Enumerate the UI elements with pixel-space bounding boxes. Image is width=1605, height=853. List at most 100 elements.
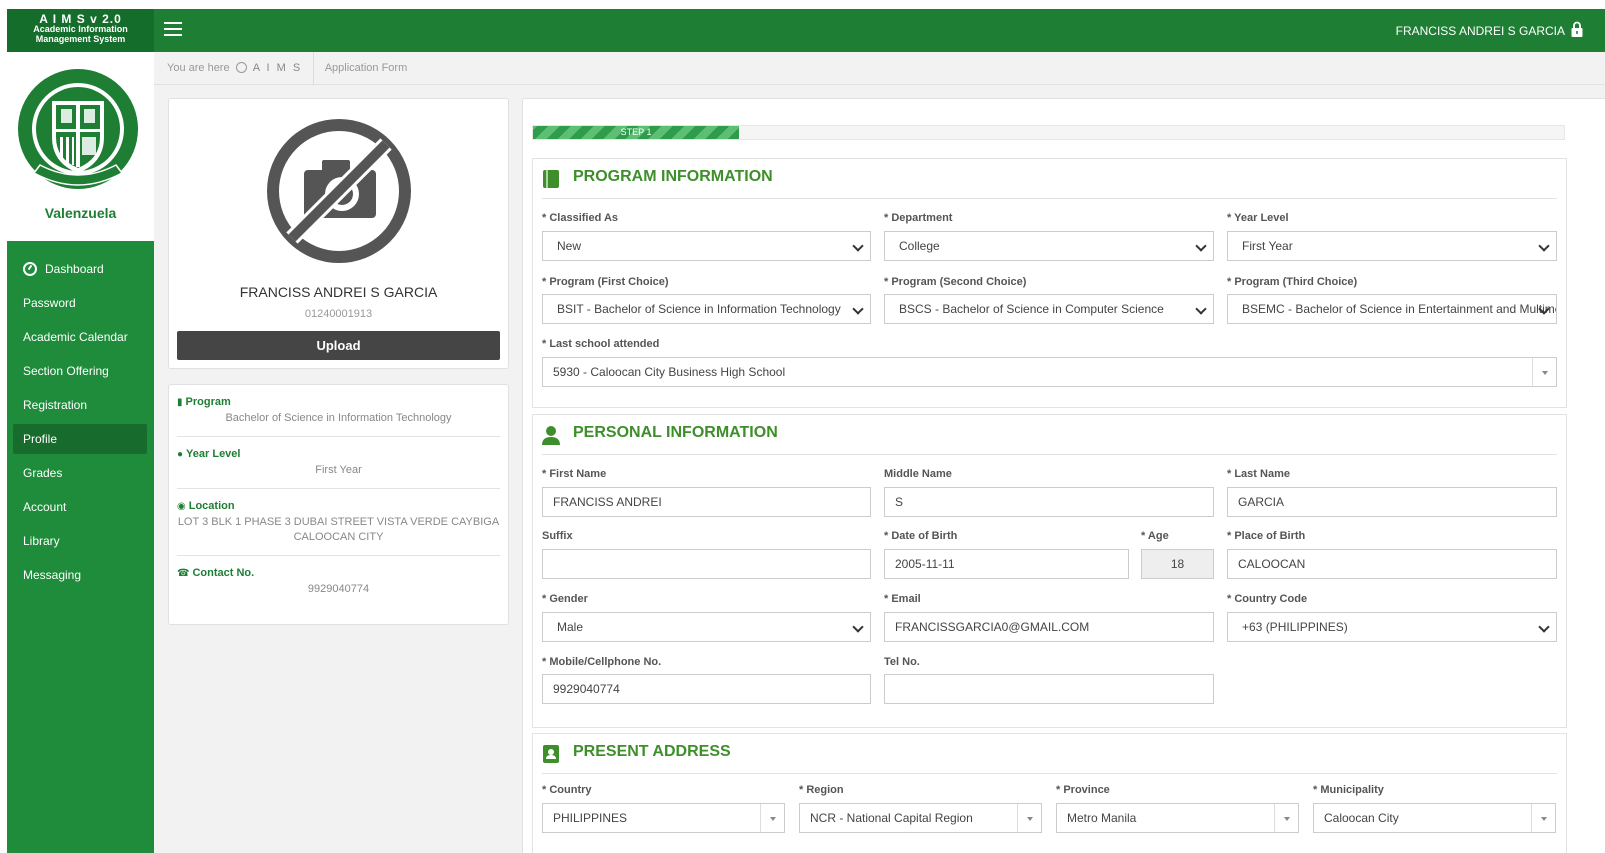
program-first-choice-select[interactable]: BSIT - Bachelor of Science in Informatio… <box>542 294 871 324</box>
personal-information-section: PERSONAL INFORMATION * First Name FRANCI… <box>532 414 1567 728</box>
last-name-field[interactable]: GARCIA <box>1227 487 1557 517</box>
sidebar-item-label: Academic Calendar <box>23 330 128 344</box>
contact-block: ☎ Contact No. 9929040774 <box>177 556 500 607</box>
breadcrumb-prefix: You are here <box>167 62 230 74</box>
last-school-label: * Last school attended <box>542 338 660 350</box>
program-block: ▮ Program Bachelor of Science in Informat… <box>177 385 500 437</box>
middle-name-field[interactable]: S <box>884 487 1214 517</box>
app-frame: A I M S v 2.0 Academic Information Manag… <box>7 9 1605 853</box>
program-second-choice-label: * Program (Second Choice) <box>884 276 1027 288</box>
tel-field[interactable] <box>884 674 1214 704</box>
sidebar-item-label: Password <box>23 296 76 310</box>
region-label: * Region <box>799 784 844 796</box>
sidebar-item-password[interactable]: Password <box>7 286 154 320</box>
user-name[interactable]: FRANCISS ANDREI S GARCIA <box>1396 24 1565 38</box>
logo-area: Valenzuela <box>7 52 154 241</box>
student-info-card: ▮ Program Bachelor of Science in Informat… <box>168 384 509 625</box>
application-form: STEP 1 PROGRAM INFORMATION * Classified … <box>522 98 1605 853</box>
last-school-value: 5930 - Caloocan City Business High Schoo… <box>553 365 786 379</box>
chevron-down-icon <box>1017 804 1041 832</box>
brand-block[interactable]: A I M S v 2.0 Academic Information Manag… <box>7 9 154 52</box>
brand-title: A I M S v 2.0 <box>39 12 122 26</box>
province-label: * Province <box>1056 784 1110 796</box>
country-code-label: * Country Code <box>1227 593 1308 605</box>
present-address-section: PRESENT ADDRESS * Country PHILIPPINES * … <box>532 733 1567 853</box>
program-second-choice-select[interactable]: BSCS - Bachelor of Science in Computer S… <box>884 294 1214 324</box>
country-value: PHILIPPINES <box>553 811 628 825</box>
province-select[interactable]: Metro Manila <box>1056 803 1299 833</box>
lock-icon[interactable] <box>1571 21 1583 37</box>
book-icon <box>543 170 559 188</box>
chevron-down-icon <box>1531 804 1555 832</box>
department-select[interactable]: College <box>884 231 1214 261</box>
year-level-label: * Year Level <box>1227 212 1289 224</box>
mobile-field[interactable]: 9929040774 <box>542 674 871 704</box>
first-name-label: * First Name <box>542 468 607 480</box>
sidebar-nav: Dashboard Password Academic Calendar Sec… <box>7 252 154 592</box>
phone-icon: ☎ <box>177 568 190 579</box>
program-information-section: PROGRAM INFORMATION * Classified As New … <box>532 158 1567 408</box>
section-title: PRESENT ADDRESS <box>573 743 731 760</box>
sidebar-item-academic-calendar[interactable]: Academic Calendar <box>7 320 154 354</box>
year-level-select[interactable]: First Year <box>1227 231 1557 261</box>
chevron-down-icon <box>1532 358 1556 386</box>
sidebar-item-section-offering[interactable]: Section Offering <box>7 354 154 388</box>
first-name-field[interactable]: FRANCISS ANDREI <box>542 487 871 517</box>
municipality-value: Caloocan City <box>1324 811 1399 825</box>
section-header: PERSONAL INFORMATION <box>542 423 1557 455</box>
sidebar-item-profile[interactable]: Profile <box>13 424 147 454</box>
email-field[interactable]: FRANCISSGARCIA0@GMAIL.COM <box>884 612 1214 642</box>
sidebar-item-label: Profile <box>23 432 58 446</box>
sidebar-item-dashboard[interactable]: Dashboard <box>7 252 154 286</box>
date-of-birth-field[interactable]: 2005-11-11 <box>884 549 1129 579</box>
program-first-choice-label: * Program (First Choice) <box>542 276 669 288</box>
sidebar-item-label: Messaging <box>23 568 82 582</box>
profile-id: 01240001913 <box>304 308 373 320</box>
top-bar: A I M S v 2.0 Academic Information Manag… <box>7 9 1605 52</box>
program-value: Bachelor of Science in Information Techn… <box>225 412 452 424</box>
program-third-choice-select[interactable]: BSEMC - Bachelor of Science in Entertain… <box>1227 294 1557 324</box>
section-header: PRESENT ADDRESS <box>542 742 1557 774</box>
last-school-select[interactable]: 5930 - Caloocan City Business High Schoo… <box>542 357 1557 387</box>
hamburger-menu-icon[interactable] <box>164 22 182 36</box>
profile-card: FRANCISS ANDREI S GARCIA 01240001913 Upl… <box>168 98 509 369</box>
region-value: NCR - National Capital Region <box>810 811 973 825</box>
user-icon <box>542 426 560 445</box>
chevron-down-icon <box>760 804 784 832</box>
suffix-label: Suffix <box>542 530 573 542</box>
brand-subtitle-line2: Management System <box>35 34 126 44</box>
breadcrumb-root[interactable]: A I M S <box>253 62 302 74</box>
sidebar-item-registration[interactable]: Registration <box>7 388 154 422</box>
sidebar-item-label: Section Offering <box>23 364 109 378</box>
province-value: Metro Manila <box>1067 811 1137 825</box>
user-icon: ● <box>177 449 184 460</box>
profile-name: FRANCISS ANDREI S GARCIA <box>239 284 438 300</box>
gender-select[interactable]: Male <box>542 612 871 642</box>
year-level-label: Year Level <box>186 448 241 460</box>
program-label: Program <box>185 396 231 408</box>
country-label: * Country <box>542 784 592 796</box>
sidebar-item-account[interactable]: Account <box>7 490 154 524</box>
sidebar-item-library[interactable]: Library <box>7 524 154 558</box>
suffix-field[interactable] <box>542 549 871 579</box>
location-value: LOT 3 BLK 1 PHASE 3 DUBAI STREET VISTA V… <box>177 516 500 543</box>
classified-as-select[interactable]: New <box>542 231 871 261</box>
upload-button[interactable]: Upload <box>177 331 500 360</box>
address-book-icon <box>543 745 559 763</box>
municipality-select[interactable]: Caloocan City <box>1313 803 1556 833</box>
country-code-select[interactable]: +63 (PHILIPPINES) <box>1227 612 1557 642</box>
location-label: Location <box>188 500 235 512</box>
dashboard-icon <box>23 262 37 276</box>
step-progress-bar: STEP 1 <box>533 126 740 139</box>
sidebar-item-label: Library <box>23 534 60 548</box>
municipality-label: * Municipality <box>1313 784 1384 796</box>
region-select[interactable]: NCR - National Capital Region <box>799 803 1042 833</box>
sidebar-item-grades[interactable]: Grades <box>7 456 154 490</box>
country-select[interactable]: PHILIPPINES <box>542 803 785 833</box>
place-of-birth-field[interactable]: CALOOCAN <box>1227 549 1557 579</box>
location-block: ◉ Location LOT 3 BLK 1 PHASE 3 DUBAI STRE… <box>177 489 500 556</box>
contact-label: Contact No. <box>192 567 255 579</box>
sidebar-item-label: Registration <box>23 398 88 412</box>
dashboard-icon <box>235 62 247 73</box>
sidebar-item-messaging[interactable]: Messaging <box>7 558 154 592</box>
